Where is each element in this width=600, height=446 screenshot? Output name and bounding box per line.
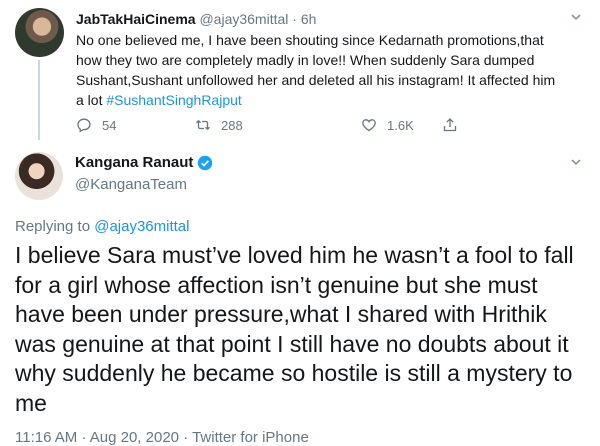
avatar-kangana-ranaut[interactable] xyxy=(15,152,63,200)
tweet1-header: JabTakHaiCinema @ajay36mittal · 6h xyxy=(76,11,316,27)
like-count: 1.6K xyxy=(387,117,414,133)
tweet1-handle[interactable]: @ajay36mittal xyxy=(199,11,288,27)
replying-to-handle[interactable]: @ajay36mittal xyxy=(94,218,189,235)
retweet-count: 288 xyxy=(221,117,243,133)
thread-connector-line xyxy=(38,60,40,140)
replying-to-label: Replying to xyxy=(15,218,91,235)
tweet1-text: No one believed me, I have been shouting… xyxy=(76,30,556,110)
like-button[interactable]: 1.6K xyxy=(361,117,414,133)
tweet1-action-bar: 54 288 1.6K xyxy=(76,117,516,135)
tweet2-text: I believe Sara must’ve loved him he wasn… xyxy=(15,242,574,416)
replying-to-line: Replying to @ajay36mittal xyxy=(15,218,190,235)
tweet1-separator: · xyxy=(292,11,297,27)
retweet-icon xyxy=(196,120,210,130)
tweet2-handle[interactable]: @KanganaTeam xyxy=(75,176,187,193)
like-icon xyxy=(362,119,376,132)
share-button[interactable] xyxy=(442,117,458,133)
tweet1-display-name[interactable]: JabTakHaiCinema xyxy=(76,11,196,27)
retweet-button[interactable]: 288 xyxy=(195,117,243,133)
tweet2-meta: 11:16 AM · Aug 20, 2020 · Twitter for iP… xyxy=(15,429,309,446)
chevron-down-icon[interactable] xyxy=(569,10,583,27)
reply-button[interactable]: 54 xyxy=(76,117,116,133)
reply-count: 54 xyxy=(102,117,117,133)
tweet2-display-name[interactable]: Kangana Ranaut xyxy=(75,154,193,171)
tweet1-hashtag[interactable]: #SushantSinghRajput xyxy=(106,92,241,108)
avatar-jabtakhaicinema[interactable] xyxy=(15,8,64,57)
share-icon xyxy=(443,118,457,132)
verified-badge-icon xyxy=(198,155,213,170)
chevron-down-icon[interactable] xyxy=(569,155,583,172)
tweet1-time[interactable]: 6h xyxy=(301,11,317,27)
tweet2-name-row: Kangana Ranaut xyxy=(75,154,213,171)
reply-icon xyxy=(77,118,91,133)
